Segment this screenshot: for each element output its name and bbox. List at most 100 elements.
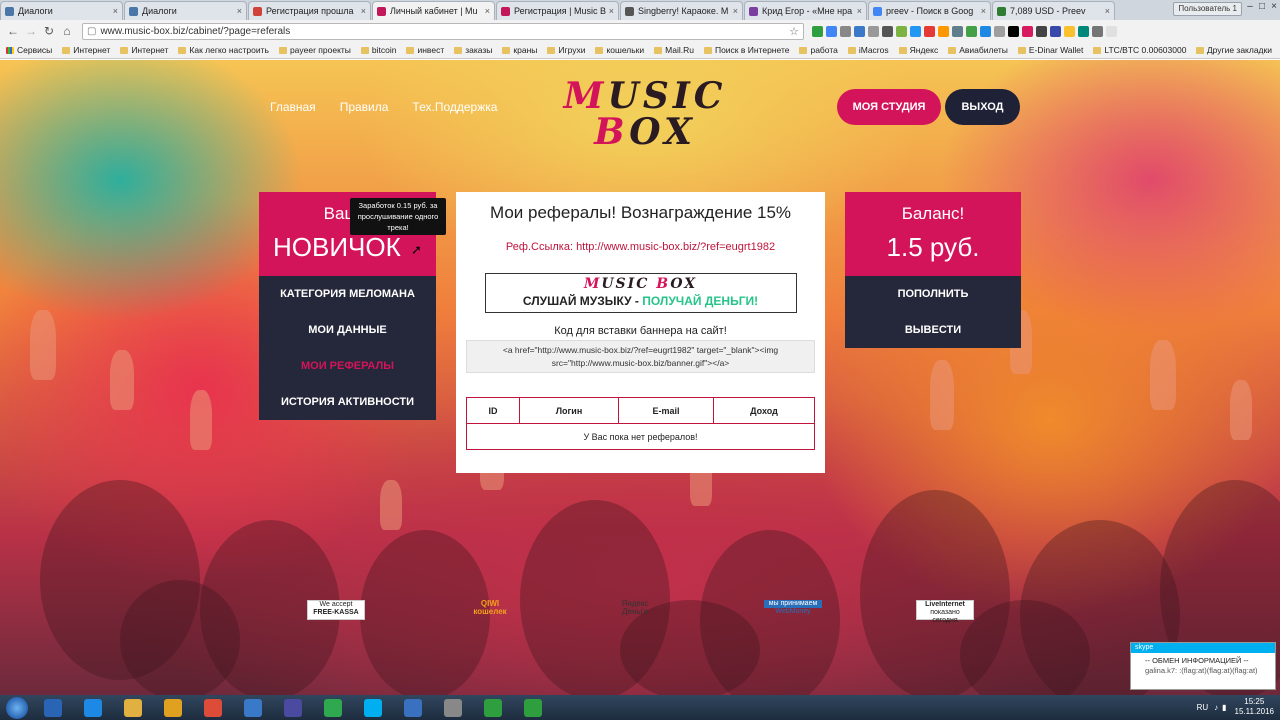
language-indicator[interactable]: RU [1197,703,1209,712]
extension-icon[interactable] [882,25,893,37]
nav-home-link[interactable]: Главная [270,100,316,114]
network-icon[interactable]: ▮ [1222,703,1226,712]
minimize-icon[interactable]: – [1244,1,1256,13]
reload-icon[interactable]: ↻ [40,24,58,38]
bookmark-item[interactable]: Авиабилеты [948,45,1008,55]
skype-notification[interactable]: skype -- ОБМЕН ИНФОРМАЦИЕЙ -- galina.k7:… [1130,642,1276,690]
banner-code-textarea[interactable]: <a href="http://www.music-box.biz/?ref=e… [466,340,815,373]
browser-tab[interactable]: Регистрация | Music B × [496,1,619,20]
bookmark-item[interactable]: инвест [406,45,444,55]
browser-tab[interactable]: Диалоги × [124,1,247,20]
tab-close-icon[interactable]: × [981,6,986,16]
browser-tab[interactable]: preev - Поиск в Goog × [868,1,991,20]
taskbar-app-button[interactable] [236,697,270,719]
tab-close-icon[interactable]: × [609,6,614,16]
menu-my-referrals[interactable]: МОИ РЕФЕРАЛЫ [259,348,436,384]
bookmark-item[interactable]: Яндекс [898,45,938,55]
tab-close-icon[interactable]: × [733,6,738,16]
extension-icon[interactable] [1022,25,1033,37]
bookmark-item[interactable]: Как легко настроить [178,45,269,55]
extension-icon[interactable] [1050,25,1061,37]
qiwi-logo[interactable]: QIWI кошелек [460,600,520,616]
extension-icon[interactable] [1078,25,1089,37]
bookmark-item[interactable]: bitcoin [360,45,396,55]
browser-tab[interactable]: Крид Егор - «Мне нра × [744,1,867,20]
nav-rules-link[interactable]: Правила [340,100,389,114]
bookmark-item[interactable]: LTC/BTC 0.00603000 [1093,45,1186,55]
close-icon[interactable]: × [1268,1,1280,13]
webmoney-logo[interactable]: мы принимаем WebMoney [764,600,822,616]
my-studio-button[interactable]: МОЯ СТУДИЯ [837,89,941,125]
taskbar-app-button[interactable] [196,697,230,719]
forward-icon[interactable]: → [22,24,40,38]
taskbar-app-button[interactable] [356,697,390,719]
tab-close-icon[interactable]: × [485,6,490,16]
referral-link-url[interactable]: http://www.music-box.biz/?ref=eugrt1982 [576,241,775,253]
bookmark-item[interactable]: E-Dinar Wallet [1017,45,1083,55]
liveinternet-counter[interactable]: LiveInternet показано сегодня [916,600,974,624]
bookmark-item[interactable]: работа [799,45,838,55]
clock[interactable]: 15:25 15.11.2016 [1235,697,1274,717]
bookmark-item[interactable]: Игрухи [547,45,585,55]
menu-my-data[interactable]: МОИ ДАННЫЕ [259,312,436,348]
bookmark-item[interactable]: Mail.Ru [654,45,694,55]
tab-close-icon[interactable]: × [857,6,862,16]
taskbar-app-button[interactable] [116,697,150,719]
browser-tab[interactable]: Диалоги × [0,1,123,20]
menu-activity-history[interactable]: ИСТОРИЯ АКТИВНОСТИ [259,384,436,420]
bookmark-item[interactable]: Поиск в Интернете [703,45,789,55]
tab-close-icon[interactable]: × [1105,6,1110,16]
tab-close-icon[interactable]: × [237,6,242,16]
back-icon[interactable]: ← [4,24,22,38]
extension-icon[interactable] [924,25,935,37]
extension-icon[interactable] [1106,25,1117,37]
bookmark-item[interactable]: Интернет [62,45,110,55]
bookmark-item[interactable]: payeer проекты [278,45,351,55]
taskbar-app-button[interactable] [276,697,310,719]
extension-icon[interactable] [826,25,837,37]
extension-icon[interactable] [868,25,879,37]
site-logo[interactable]: MUSIC BOX [560,78,730,150]
extension-icon[interactable] [1008,25,1019,37]
address-bar[interactable]: ▢ www.music-box.biz/cabinet/?page=refera… [82,22,804,40]
other-bookmarks[interactable]: Другие закладки [1195,45,1272,55]
extension-icon[interactable] [910,25,921,37]
bookmark-item[interactable]: Интернет [120,45,168,55]
maximize-icon[interactable]: □ [1256,1,1268,13]
taskbar-app-button[interactable] [316,697,350,719]
bookmark-item[interactable]: кошельки [595,45,644,55]
extension-icon[interactable] [854,25,865,37]
withdraw-button[interactable]: ВЫВЕСТИ [845,312,1021,348]
volume-icon[interactable]: ♪ [1214,703,1218,712]
taskbar-app-button[interactable] [76,697,110,719]
extension-icon[interactable] [1092,25,1103,37]
browser-tab[interactable]: 7,089 USD - Preev × [992,1,1115,20]
browser-tab[interactable]: Личный кабинет | Mu × [372,1,495,20]
browser-tab[interactable]: Singberry! Караоке. M × [620,1,743,20]
deposit-button[interactable]: ПОПОЛНИТЬ [845,276,1021,312]
extension-icon[interactable] [1036,25,1047,37]
bookmark-star-icon[interactable]: ☆ [789,25,799,38]
extension-icon[interactable] [896,25,907,37]
bookmark-item[interactable]: Сервисы [6,45,52,55]
taskbar-app-button[interactable] [476,697,510,719]
extension-icon[interactable] [1064,25,1075,37]
taskbar-app-button[interactable] [436,697,470,719]
extension-icon[interactable] [938,25,949,37]
taskbar-app-button[interactable] [156,697,190,719]
nav-support-link[interactable]: Тех.Поддержка [412,100,497,114]
menu-category[interactable]: КАТЕГОРИЯ МЕЛОМАНА [259,276,436,312]
bookmark-item[interactable]: краны [502,45,537,55]
extension-icon[interactable] [994,25,1005,37]
bookmark-item[interactable]: заказы [454,45,492,55]
taskbar-app-button[interactable] [516,697,550,719]
tab-close-icon[interactable]: × [113,6,118,16]
tab-close-icon[interactable]: × [361,6,366,16]
browser-tab[interactable]: Регистрация прошла × [248,1,371,20]
yandex-money-logo[interactable]: Яндекс Деньги [612,600,658,616]
free-kassa-logo[interactable]: We accept FREE-KASSA [307,600,365,620]
bookmark-item[interactable]: iMacros [847,45,889,55]
referral-banner[interactable]: MUSIC BOX СЛУШАЙ МУЗЫКУ - ПОЛУЧАЙ ДЕНЬГИ… [484,273,797,313]
taskbar-app-button[interactable] [36,697,70,719]
home-icon[interactable]: ⌂ [58,24,76,38]
